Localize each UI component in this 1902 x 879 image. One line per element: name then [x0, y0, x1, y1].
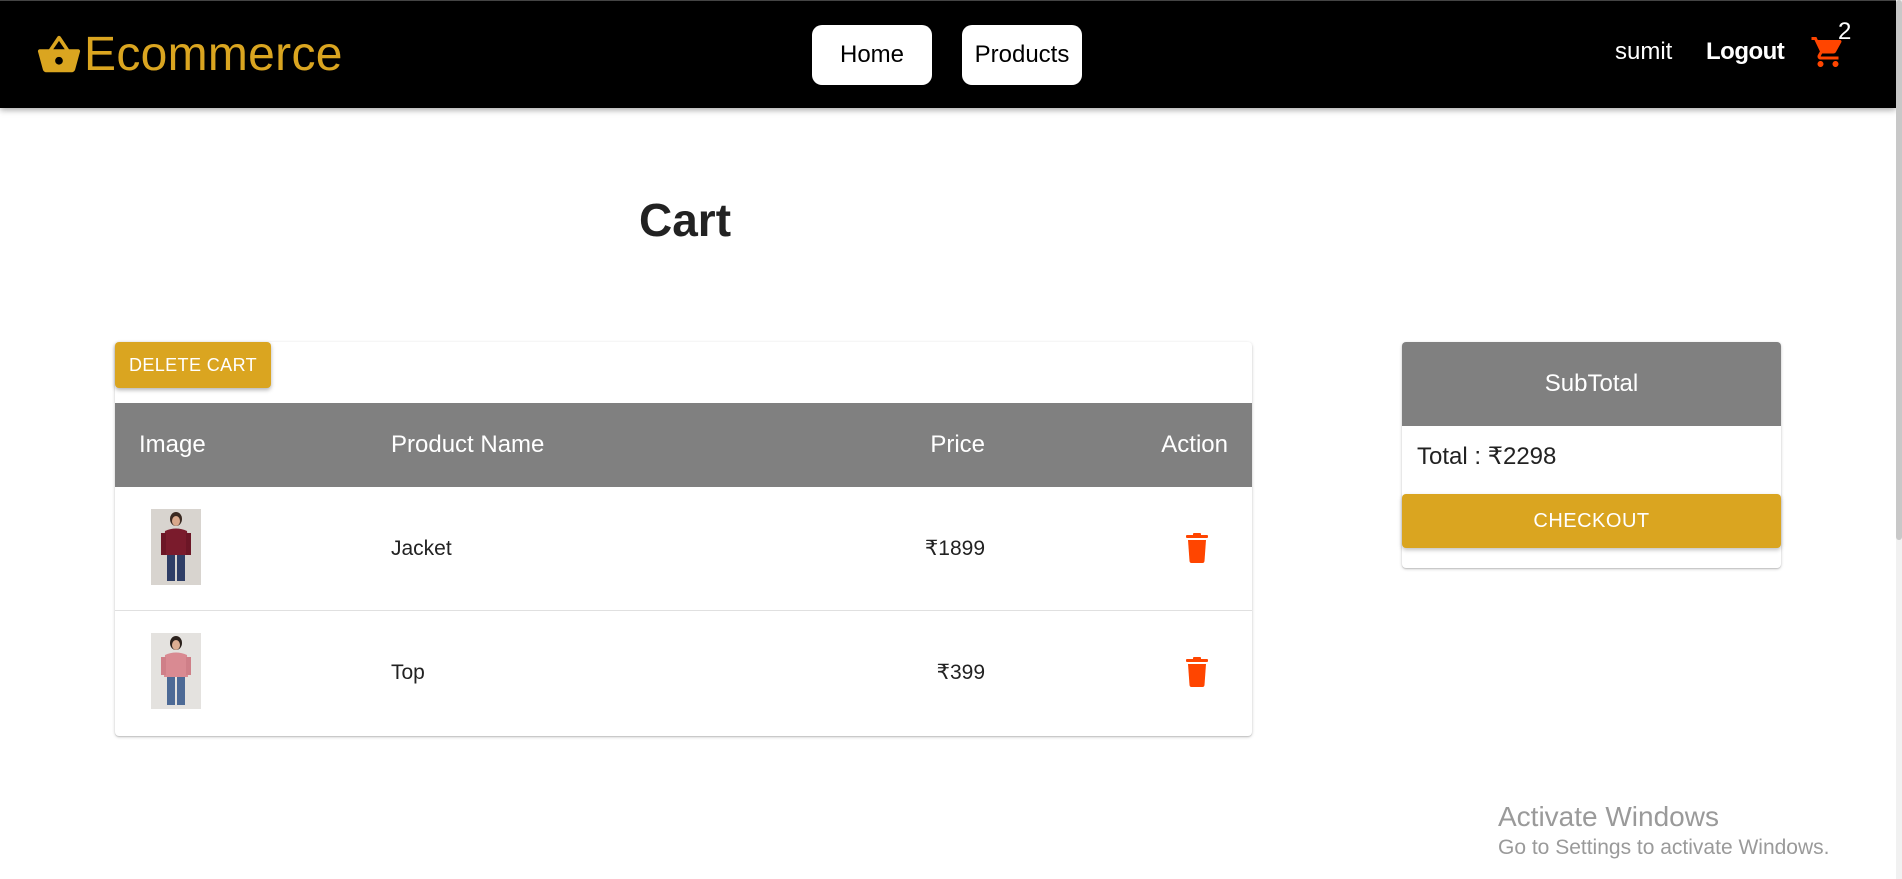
delete-item-icon[interactable] [1185, 657, 1209, 687]
brand-name: Ecommerce [84, 28, 343, 81]
watermark-subtitle: Go to Settings to activate Windows. [1498, 836, 1830, 859]
page-title: Cart [639, 194, 732, 246]
top-navbar: Ecommerce Home Products sumit Logout 2 [0, 0, 1896, 108]
product-name: Top [391, 661, 425, 684]
nav-home-button[interactable]: Home [812, 25, 932, 85]
activate-windows-watermark: Activate Windows Go to Settings to activ… [1498, 800, 1830, 862]
top-product-image [151, 633, 201, 709]
product-price: ₹399 [936, 661, 985, 684]
table-row: Jacket ₹1899 [115, 487, 1252, 611]
subtotal-header: SubTotal [1402, 342, 1781, 426]
logout-link[interactable]: Logout [1706, 37, 1785, 67]
delete-item-icon[interactable] [1185, 533, 1209, 563]
total-amount: Total : ₹2298 [1417, 443, 1557, 470]
watermark-title: Activate Windows [1498, 801, 1719, 832]
cart-table-card: DELETE CART Image Product Name Price Act… [115, 342, 1252, 736]
column-header-action: Action [1161, 431, 1228, 458]
column-header-image: Image [139, 431, 206, 458]
product-price: ₹1899 [924, 537, 985, 560]
table-row: Top ₹399 [115, 611, 1252, 735]
page-scrollbar[interactable] [1896, 0, 1902, 879]
checkout-button[interactable]: CHECKOUT [1402, 494, 1781, 548]
product-name: Jacket [391, 537, 452, 560]
user-name: sumit [1615, 38, 1673, 65]
cart-count-badge: 2 [1838, 18, 1852, 45]
brand-logo[interactable]: Ecommerce [36, 27, 343, 83]
scrollbar-thumb[interactable] [1896, 0, 1902, 540]
delete-cart-button[interactable]: DELETE CART [115, 342, 271, 388]
nav-products-button[interactable]: Products [962, 25, 1082, 85]
subtotal-card: SubTotal Total : ₹2298 CHECKOUT [1402, 342, 1781, 568]
shopping-basket-icon [37, 35, 81, 73]
jacket-product-image [151, 509, 201, 585]
table-header: Image Product Name Price Action [115, 403, 1252, 487]
cart-button[interactable]: 2 [1808, 19, 1858, 75]
column-header-product-name: Product Name [391, 431, 545, 458]
column-header-price: Price [930, 431, 985, 458]
